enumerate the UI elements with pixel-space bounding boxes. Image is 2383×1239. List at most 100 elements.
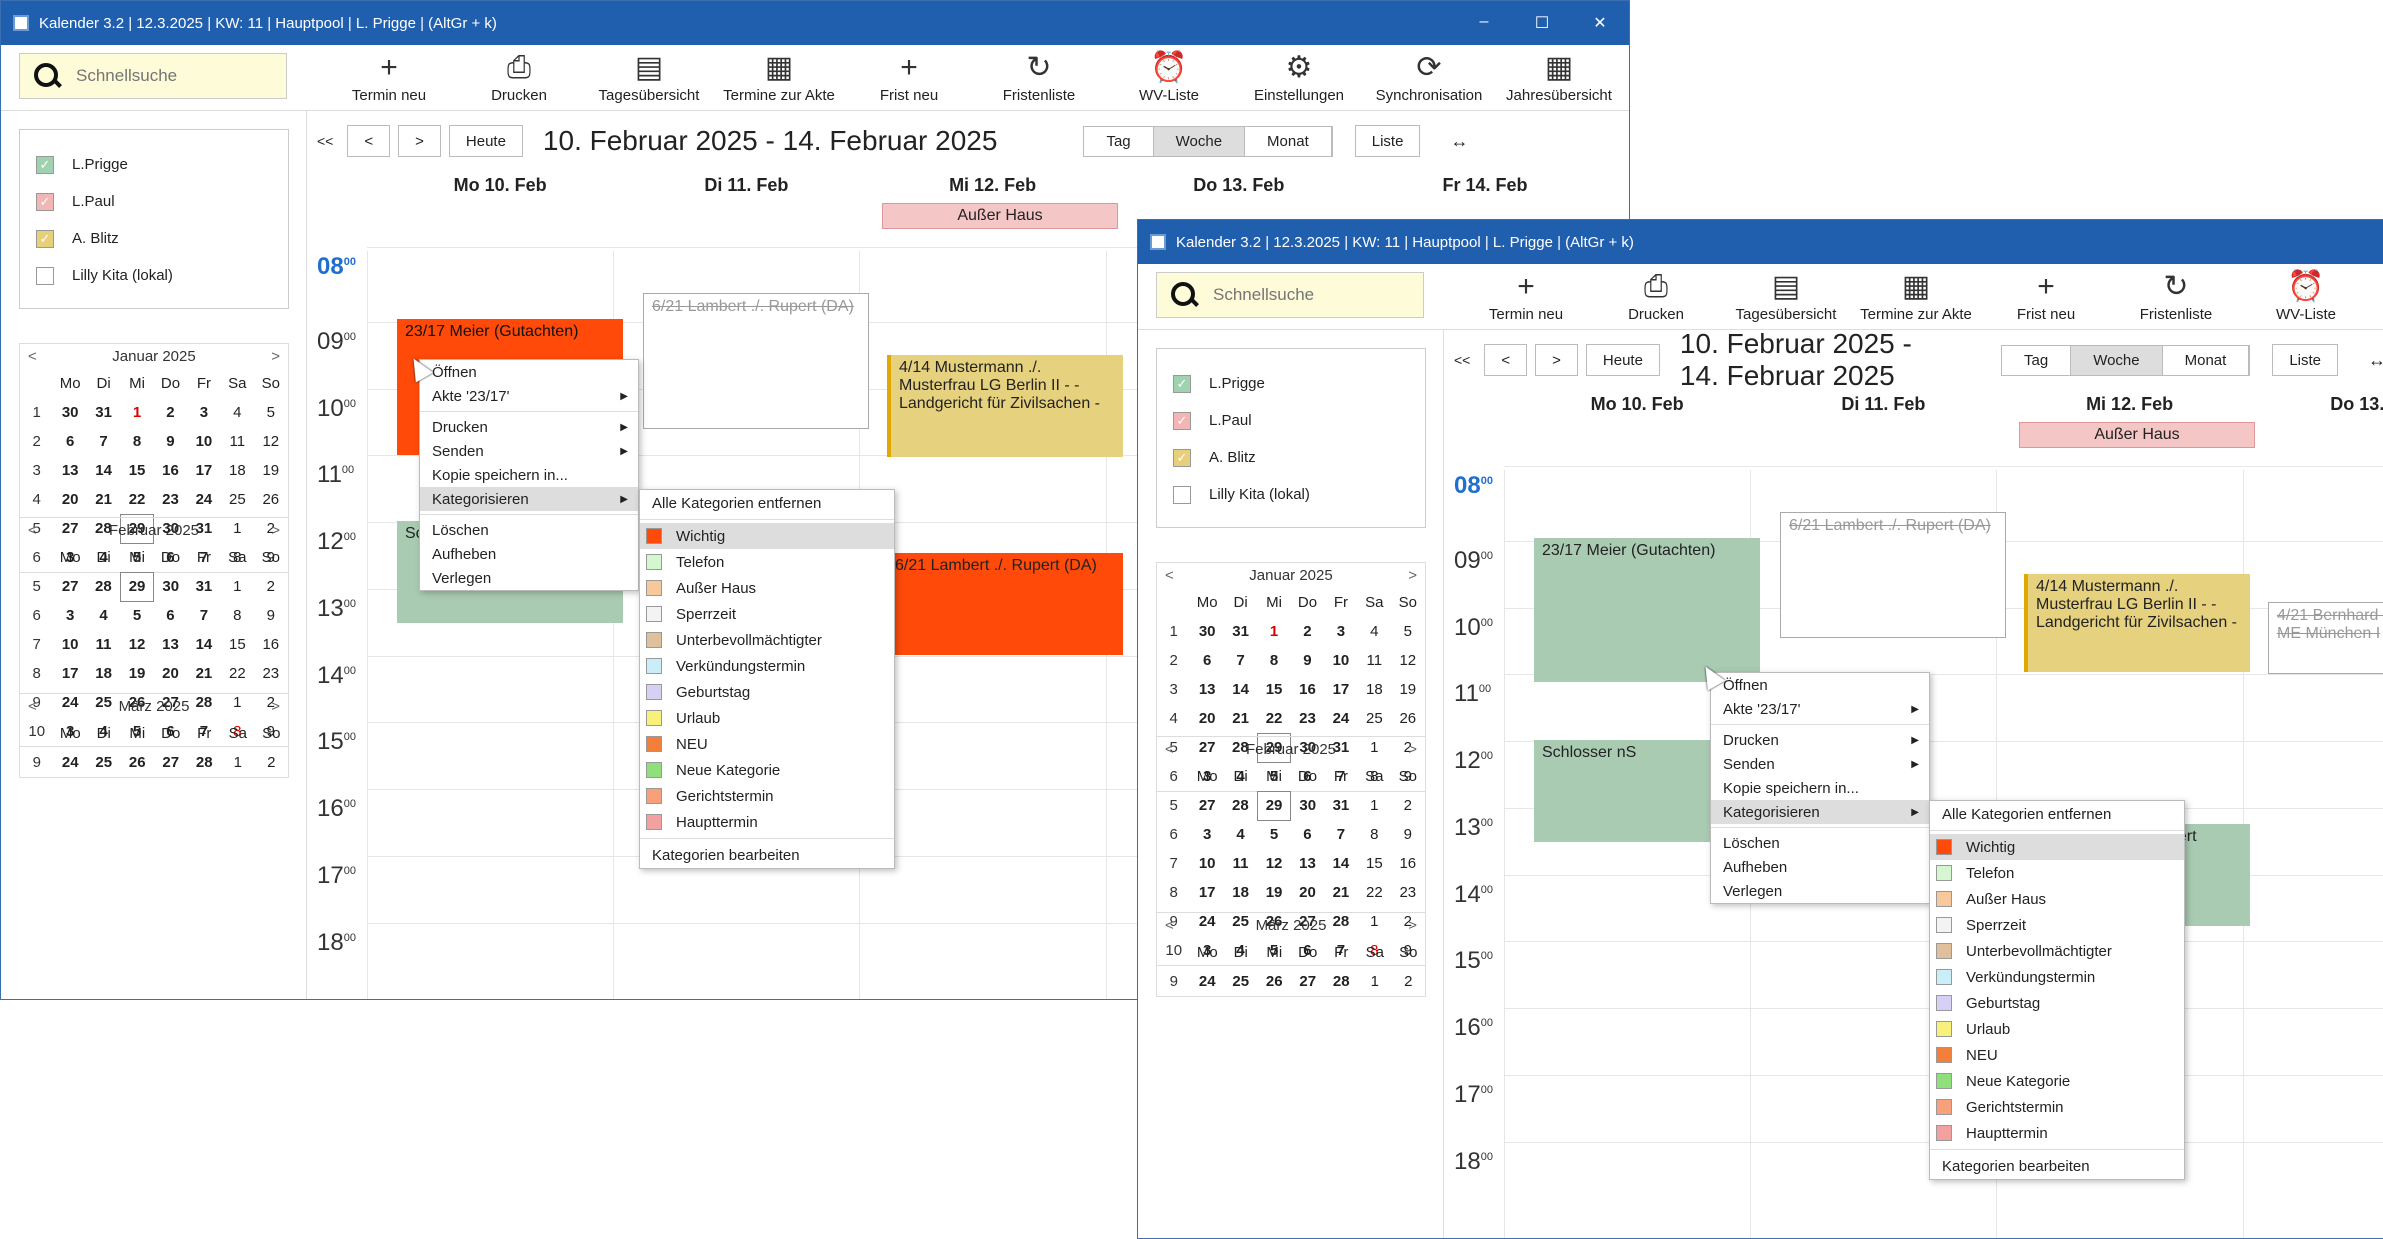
mini-calendar-day[interactable]: 15 (1358, 849, 1391, 878)
mini-calendar-day[interactable]: 21 (187, 659, 220, 688)
quick-search[interactable] (19, 53, 287, 99)
mini-calendar-day[interactable]: 18 (1224, 878, 1257, 907)
toolbar-button[interactable]: ▦ Jahresübersicht (1494, 45, 1624, 104)
mini-calendar-day[interactable]: 19 (1257, 878, 1290, 907)
category-item[interactable]: Haupttermin (1930, 1120, 2184, 1146)
mini-calendar-day[interactable]: 1 (1257, 617, 1290, 646)
mini-calendar-day[interactable]: 2 (255, 748, 289, 777)
prev-week-button[interactable]: < (347, 125, 391, 157)
mini-calendar-day[interactable]: 6 (154, 601, 187, 630)
mini-calendar-day[interactable]: 28 (1224, 791, 1257, 820)
category-item[interactable]: Telefon (640, 549, 894, 575)
mini-calendar-day[interactable]: 13 (154, 630, 187, 659)
mini-calendar-day[interactable]: 27 (154, 748, 188, 777)
mini-calendar-day[interactable]: 2 (254, 572, 287, 601)
category-item[interactable]: Außer Haus (640, 575, 894, 601)
mini-calendar-day[interactable]: 15 (1257, 675, 1290, 704)
mini-calendar-day[interactable]: 1 (1358, 791, 1391, 820)
expand-icon[interactable]: ↔ (2368, 350, 2383, 371)
mini-calendar-day[interactable]: 27 (1291, 967, 1325, 996)
mini-calendar-day[interactable]: 31 (87, 398, 120, 427)
mini-calendar-day[interactable]: 30 (53, 398, 86, 427)
user-checkbox[interactable]: ✓ (36, 229, 54, 248)
mini-calendar-day[interactable]: 10 (1190, 849, 1223, 878)
mini-calendar-day[interactable]: 9 (1291, 646, 1324, 675)
mini-calendar-day[interactable]: 1 (1358, 967, 1392, 996)
category-item[interactable]: Urlaub (640, 705, 894, 731)
user-filter-item[interactable]: ✓ A. Blitz (36, 220, 272, 257)
context-menu-item[interactable]: Löschen (1711, 831, 1929, 855)
mini-calendar-day[interactable]: 20 (1291, 878, 1324, 907)
mini-calendar-day[interactable]: 19 (120, 659, 153, 688)
toolbar-button[interactable]: ⏰ WV-Liste (1104, 45, 1234, 104)
calendar-event[interactable]: 6/21 Lambert ./. Rupert (DA) (1780, 512, 2006, 638)
mini-calendar-day[interactable]: 9 (1391, 820, 1424, 849)
mini-calendar-day[interactable]: 25 (1224, 967, 1258, 996)
view-tab[interactable]: Woche (1153, 126, 1246, 156)
user-filter-item[interactable]: ✓ L.Paul (1173, 402, 1409, 439)
calendar-event[interactable]: 4/21 Bernhard Lamprecht ME München I (2268, 602, 2383, 674)
today-button[interactable]: Heute (448, 125, 523, 157)
category-item[interactable]: Geburtstag (640, 679, 894, 705)
context-menu-item[interactable]: Kategorisieren ▶ (1711, 800, 1929, 824)
mini-calendar-day[interactable]: 4 (1358, 617, 1391, 646)
search-input[interactable] (76, 66, 256, 86)
next-month-button[interactable]: > (1408, 917, 1417, 934)
toolbar-button[interactable]: ⎙ Drucken (1591, 264, 1721, 323)
context-menu-item[interactable]: Drucken ▶ (1711, 728, 1929, 752)
mini-calendar-day[interactable]: 15 (120, 456, 153, 485)
mini-calendar-day[interactable]: 26 (254, 485, 287, 514)
mini-calendar-day[interactable]: 20 (53, 485, 86, 514)
mini-calendar-day[interactable]: 10 (53, 630, 86, 659)
mini-calendar-day[interactable]: 5 (254, 398, 287, 427)
context-menu-item[interactable]: Senden ▶ (1711, 752, 1929, 776)
expand-icon[interactable]: ↔ (1450, 131, 1468, 152)
mini-calendar-day[interactable]: 30 (1291, 791, 1324, 820)
context-menu-item[interactable]: Akte '23/17' ▶ (1711, 697, 1929, 721)
mini-calendar-day[interactable]: 2 (1392, 967, 1426, 996)
category-item[interactable]: Gerichtstermin (1930, 1094, 2184, 1120)
category-item[interactable]: Verkündungstermin (1930, 964, 2184, 990)
minimize-button[interactable]: – (1455, 13, 1513, 33)
mini-calendar-day[interactable]: 17 (187, 456, 220, 485)
mini-calendar-day[interactable]: 3 (1324, 617, 1357, 646)
mini-calendar-day[interactable]: 30 (1190, 617, 1223, 646)
mini-calendar-day[interactable]: 14 (87, 456, 120, 485)
calendar-event[interactable]: 6/21 Lambert ./. Rupert (DA) (887, 553, 1123, 655)
view-tab[interactable]: Tag (1084, 126, 1154, 156)
toolbar-button[interactable]: ⟳ Synchronisation (1364, 45, 1494, 104)
mini-calendar-day[interactable]: 22 (1358, 878, 1391, 907)
title-bar[interactable]: Kalender 3.2 | 12.3.2025 | KW: 11 | Haup… (1138, 220, 2383, 264)
mini-calendar-day[interactable]: 4 (221, 398, 254, 427)
toolbar-button[interactable]: + Frist neu (1981, 264, 2111, 323)
context-menu-item[interactable]: Senden ▶ (420, 439, 638, 463)
all-day-event[interactable]: Außer Haus (2019, 422, 2255, 448)
category-item[interactable]: Wichtig (1930, 834, 2184, 860)
mini-calendar-day[interactable]: 25 (1358, 704, 1391, 733)
user-checkbox[interactable]: ✓ (36, 192, 54, 211)
next-month-button[interactable]: > (271, 348, 280, 365)
prev-month-button[interactable]: < (28, 522, 37, 539)
category-item[interactable]: Neue Kategorie (640, 757, 894, 783)
mini-calendar-day[interactable]: 12 (1391, 646, 1424, 675)
view-tab[interactable]: Woche (2071, 345, 2163, 375)
mini-calendar-day[interactable]: 4 (87, 601, 120, 630)
next-month-button[interactable]: > (271, 522, 280, 539)
category-item[interactable]: Sperrzeit (1930, 912, 2184, 938)
user-checkbox[interactable]: ✓ (1173, 448, 1191, 467)
mini-calendar-day[interactable]: 20 (154, 659, 187, 688)
context-menu-item[interactable]: Kategorisieren ▶ (420, 487, 638, 511)
mini-calendar-day[interactable]: 27 (53, 572, 86, 601)
remove-all-categories[interactable]: Alle Kategorien entfernen (1930, 801, 2184, 827)
context-menu-item[interactable]: Verlegen (420, 566, 638, 590)
mini-calendar-day[interactable]: 7 (1324, 820, 1357, 849)
next-month-button[interactable]: > (1408, 567, 1417, 584)
mini-calendar-day[interactable]: 2 (1391, 791, 1424, 820)
toolbar-button[interactable]: ▤ Tagesübersicht (1721, 264, 1851, 323)
calendar-event[interactable]: 4/14 Mustermann ./. Musterfrau LG Berlin… (887, 355, 1123, 457)
mini-calendar-day[interactable]: 31 (1224, 617, 1257, 646)
calendar-event[interactable]: 6/21 Lambert ./. Rupert (DA) (643, 293, 869, 429)
view-tab[interactable]: Tag (2002, 345, 2072, 375)
mini-calendar-day[interactable]: 6 (1190, 646, 1223, 675)
toolbar-button[interactable]: ↻ Fristenliste (974, 45, 1104, 104)
